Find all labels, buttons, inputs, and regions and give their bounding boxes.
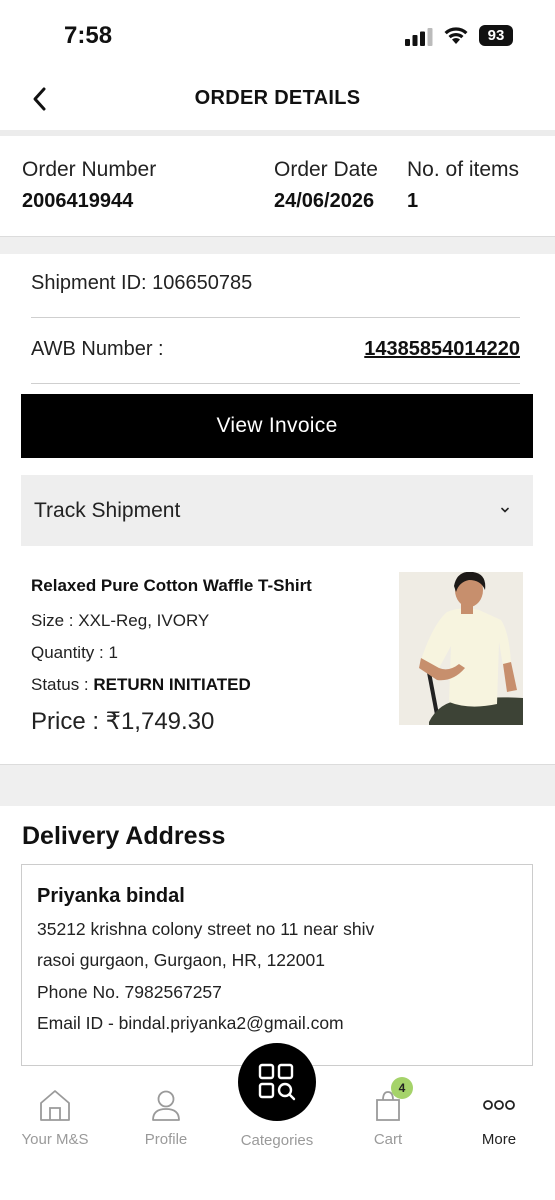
recipient-name: Priyanka bindal (37, 885, 185, 907)
order-number-label: Order Number (22, 158, 157, 181)
chevron-down-icon (501, 507, 509, 513)
nav-cart[interactable]: 4 Cart (338, 1077, 438, 1148)
divider (0, 764, 555, 806)
item-count-label: No. of items (407, 158, 520, 181)
order-date-label: Order Date (274, 158, 378, 181)
wifi-icon (444, 27, 468, 44)
home-icon (40, 1090, 70, 1121)
status-time: 7:58 (64, 22, 113, 49)
page-title: ORDER DETAILS (194, 87, 361, 109)
profile-icon (152, 1090, 180, 1121)
order-number-value: 2006419944 (22, 190, 134, 212)
nav-profile-label: Profile (144, 1131, 188, 1148)
categories-button[interactable] (238, 1043, 316, 1121)
address-line-1: 35212 krishna colony street no 11 near s… (37, 919, 375, 939)
shipment-id-row: Shipment ID: 106650785 (31, 252, 520, 318)
cellular-signal-icon (405, 28, 433, 46)
product-name[interactable]: Relaxed Pure Cotton Waffle T-Shirt (31, 576, 312, 596)
nav-categories-label: Categories (240, 1132, 314, 1149)
product-size: Size : XXL-Reg, IVORY (31, 611, 210, 630)
status-bar: 7:58 93 (0, 0, 555, 70)
nav-cart-label: Cart (373, 1131, 403, 1148)
phone-number: Phone No. 7982567257 (37, 982, 222, 1002)
delivery-address-title: Delivery Address (22, 822, 226, 850)
cart-icon-wrapper: 4 (371, 1077, 413, 1122)
address-line-2: rasoi gurgaon, Gurgaon, HR, 122001 (37, 950, 325, 970)
view-invoice-button[interactable]: View Invoice (21, 394, 533, 458)
awb-row: AWB Number : 14385854014220 (31, 318, 520, 384)
battery-indicator: 93 (479, 25, 513, 46)
product-image[interactable] (399, 572, 523, 725)
email-address: Email ID - bindal.priyanka2@gmail.com (37, 1013, 344, 1033)
item-count-block: No. of items 1 (407, 158, 519, 213)
status-value: RETURN INITIATED (93, 675, 251, 694)
product-quantity: Quantity : 1 (31, 643, 118, 662)
status-label: Status : (31, 675, 94, 694)
shipment-id-text: Shipment ID: 106650785 (31, 272, 253, 294)
item-count-value: 1 (407, 190, 419, 212)
more-icon (483, 1100, 515, 1110)
order-date-value: 24/06/2026 (274, 190, 375, 212)
cart-count-badge: 4 (391, 1077, 413, 1099)
nav-home-label: Your M&S (21, 1131, 89, 1148)
address-card: Priyanka bindal 35212 krishna colony str… (21, 864, 533, 1066)
track-shipment-dropdown[interactable]: Track Shipment (21, 475, 533, 546)
order-summary: Order Number 2006419944 Order Date 24/06… (0, 136, 555, 236)
product-status: Status : RETURN INITIATED (31, 675, 251, 695)
bottom-nav: Your M&S Profile Categories 4 Cart More (0, 1043, 555, 1200)
nav-more-label: More (481, 1131, 517, 1148)
categories-icon (258, 1063, 296, 1101)
order-number-block: Order Number 2006419944 (22, 158, 156, 213)
order-date-block: Order Date 24/06/2026 (274, 158, 378, 213)
nav-profile[interactable]: Profile (116, 1088, 216, 1148)
page-header: ORDER DETAILS (0, 70, 555, 130)
nav-more[interactable]: More (449, 1088, 549, 1148)
track-shipment-label: Track Shipment (34, 499, 181, 522)
product-price: Price : ₹1,749.30 (31, 708, 215, 735)
product-photo-illustration (399, 572, 523, 725)
awb-label: AWB Number : (31, 338, 164, 360)
awb-number-link[interactable]: 14385854014220 (364, 338, 520, 361)
nav-home[interactable]: Your M&S (5, 1088, 105, 1148)
